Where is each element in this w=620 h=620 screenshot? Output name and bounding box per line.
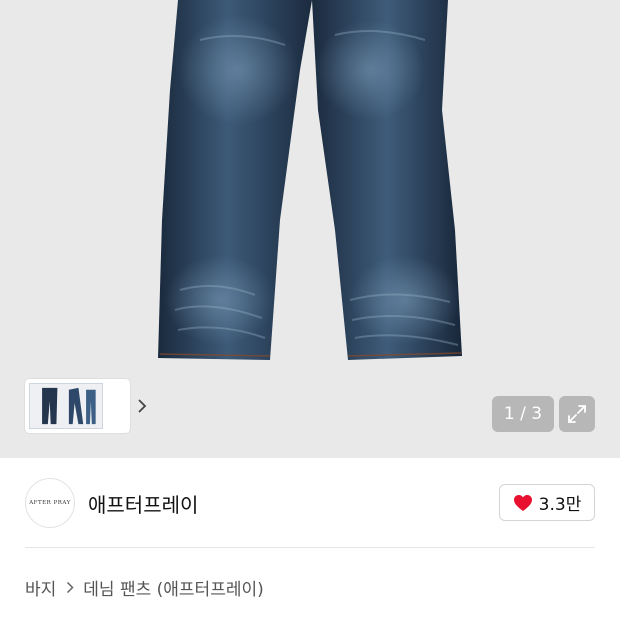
- chevron-right-icon[interactable]: [133, 379, 151, 433]
- expand-arrows-icon: [568, 405, 586, 423]
- like-count: 3.3만: [538, 495, 582, 515]
- shop-name[interactable]: 애프터프레이: [88, 489, 198, 518]
- breadcrumb: 바지 데님 팬츠 (애프터프레이): [25, 574, 264, 600]
- product-image-gallery[interactable]: 1 / 3: [0, 0, 620, 458]
- like-button[interactable]: 3.3만: [499, 484, 595, 521]
- shop-info: AFTER PRAY 애프터프레이 3.3만: [0, 458, 620, 548]
- shop-logo[interactable]: AFTER PRAY: [25, 478, 75, 528]
- divider: [25, 547, 595, 548]
- breadcrumb-product[interactable]: 데님 팬츠 (애프터프레이): [83, 575, 263, 600]
- thumbnail-strip[interactable]: [25, 379, 147, 433]
- expand-button[interactable]: [559, 396, 595, 432]
- thumbnail-image[interactable]: [29, 383, 103, 429]
- chevron-right-icon: [66, 581, 74, 594]
- breadcrumb-category[interactable]: 바지: [25, 575, 56, 600]
- shop-logo-text: AFTER PRAY: [29, 500, 71, 506]
- heart-icon: [513, 494, 532, 511]
- image-counter: 1 / 3: [492, 396, 554, 432]
